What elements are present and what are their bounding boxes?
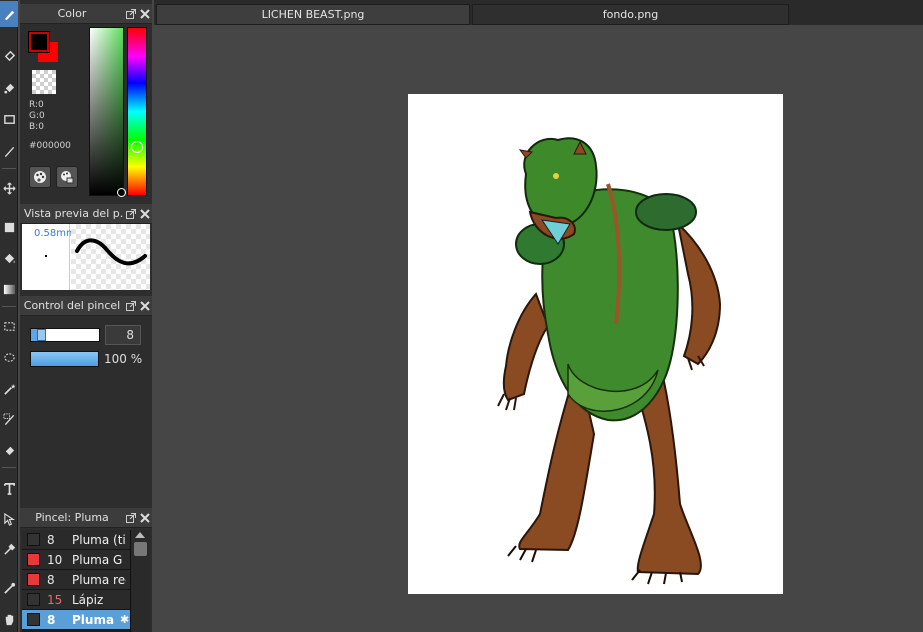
- brush-size: 8: [47, 572, 55, 587]
- scroll-up-icon[interactable]: [135, 532, 145, 538]
- brush-size-preview: 0.58mm: [22, 224, 76, 290]
- drawing-canvas[interactable]: [408, 94, 783, 594]
- brush-name: Lápiz: [72, 592, 104, 607]
- green-value: G:0: [29, 111, 45, 121]
- brush-control-title: Control del pincel: [23, 299, 121, 312]
- brush-size: 10: [47, 552, 63, 567]
- gradient-tool-icon[interactable]: [0, 276, 18, 302]
- brush-size: 8: [47, 612, 56, 627]
- brush-size-input[interactable]: 8: [105, 325, 141, 345]
- blue-value: B:0: [29, 122, 44, 132]
- brush-list-scrollbar[interactable]: [130, 530, 150, 632]
- bucket-eraser-icon[interactable]: [0, 74, 18, 100]
- transparent-color-swatch[interactable]: [32, 70, 56, 94]
- tab-fondo[interactable]: fondo.png: [472, 4, 789, 25]
- hex-value: #000000: [29, 141, 71, 151]
- brush-opacity-value: 100 %: [104, 352, 143, 366]
- eyedropper-icon[interactable]: [0, 536, 18, 562]
- brush-size-handle[interactable]: [37, 329, 47, 341]
- lichen-beast-artwork: [497, 137, 722, 585]
- paint-app-window: Color R:0 G:0 B:0 #000000 Vista previa d…: [0, 0, 923, 632]
- brush-color-square: [27, 593, 40, 606]
- brush-item-pluma-redonda[interactable]: 8 Pluma redonda: [22, 570, 130, 590]
- color-panel-header: Color: [20, 4, 152, 24]
- brush-name: Pluma (tinta): [72, 532, 126, 547]
- brush-control-header: Control del pincel: [20, 296, 152, 316]
- lasso-select-icon[interactable]: [0, 345, 18, 371]
- brush-size-slider[interactable]: [30, 328, 100, 342]
- saturation-value-cursor[interactable]: [117, 188, 126, 197]
- tool-separator: [2, 306, 16, 307]
- detach-icon[interactable]: [124, 207, 138, 221]
- detach-icon[interactable]: [124, 7, 138, 21]
- square-shape-icon[interactable]: [0, 214, 18, 240]
- detach-icon[interactable]: [124, 511, 138, 525]
- color-panel-title: Color: [57, 7, 87, 20]
- close-icon[interactable]: [138, 299, 152, 313]
- brush-size: 8: [47, 532, 55, 547]
- palette-settings-icon: [61, 171, 74, 184]
- tool-separator: [2, 467, 16, 468]
- hue-slider[interactable]: [127, 27, 147, 196]
- brush-stroke-preview: [71, 224, 150, 290]
- close-icon[interactable]: [138, 207, 152, 221]
- foreground-color-swatch[interactable]: [28, 31, 50, 53]
- brush-size: 15: [47, 592, 63, 607]
- brush-preview-header: Vista previa del p...: [20, 204, 152, 224]
- brush-item-pluma-tinta[interactable]: 8 Pluma (tinta): [22, 530, 130, 550]
- select-pen-icon[interactable]: [0, 406, 18, 432]
- color-palette-button[interactable]: [29, 166, 51, 188]
- magic-wand-icon[interactable]: [0, 376, 18, 402]
- magic-pen-icon[interactable]: [0, 575, 18, 601]
- rectangle-tool-icon[interactable]: [0, 106, 18, 132]
- rect-select-icon[interactable]: [0, 313, 18, 339]
- palette-icon: [34, 171, 46, 183]
- side-panels: Color R:0 G:0 B:0 #000000 Vista previa d…: [20, 0, 152, 632]
- saturation-value-picker[interactable]: [89, 27, 124, 196]
- close-icon[interactable]: [138, 511, 152, 525]
- brush-item-pluma-selected[interactable]: 8 Pluma ✱: [22, 610, 130, 630]
- gear-icon[interactable]: ✱: [120, 613, 129, 626]
- select-eraser-icon[interactable]: [0, 437, 18, 463]
- brush-item-lapiz[interactable]: 15 Lápiz: [22, 590, 130, 610]
- hue-cursor[interactable]: [131, 141, 143, 153]
- tab-lichen-beast[interactable]: LICHEN BEAST.png: [156, 4, 470, 25]
- canvas-workspace[interactable]: [154, 25, 923, 632]
- tool-separator: [2, 168, 16, 169]
- brush-color-square: [27, 573, 40, 586]
- tool-strip: [0, 0, 18, 632]
- brush-tip-dot: [45, 255, 47, 257]
- document-tabs: LICHEN BEAST.png fondo.png: [154, 0, 923, 25]
- close-icon[interactable]: [138, 7, 152, 21]
- brush-size-label: 0.58mm: [34, 228, 76, 239]
- red-value: R:0: [29, 100, 44, 110]
- brush-color-square: [27, 533, 40, 546]
- brush-opacity-slider[interactable]: [30, 351, 99, 367]
- brush-name: Pluma redonda: [72, 572, 126, 587]
- brush-item-pluma-g[interactable]: 10 Pluma G: [22, 550, 130, 570]
- pen-tool-icon[interactable]: [0, 138, 18, 164]
- stroke-sample: [75, 238, 147, 266]
- brush-name: Pluma: [72, 612, 115, 627]
- brush-preview-title: Vista previa del p...: [24, 207, 124, 220]
- brush-list: 8 Pluma (tinta) 10 Pluma G 8 Pluma redon…: [22, 530, 130, 632]
- move-tool-icon[interactable]: [0, 175, 18, 201]
- brush-name: Pluma G: [72, 552, 123, 567]
- brush-list-title: Pincel: Pluma: [35, 511, 109, 524]
- brush-preview: 0.58mm: [22, 224, 150, 290]
- detach-icon[interactable]: [124, 299, 138, 313]
- color-settings-button[interactable]: [56, 166, 78, 188]
- fill-bucket-icon[interactable]: [0, 245, 18, 271]
- brush-color-square: [27, 553, 40, 566]
- eraser-tool-icon[interactable]: [0, 42, 18, 68]
- hand-tool-icon[interactable]: [0, 606, 18, 632]
- scroll-thumb[interactable]: [134, 542, 147, 556]
- brush-tool-icon[interactable]: [0, 1, 18, 27]
- text-tool-icon[interactable]: [0, 475, 18, 501]
- brush-color-square: [27, 613, 40, 626]
- brush-list-header: Pincel: Pluma: [20, 508, 152, 528]
- operation-tool-icon[interactable]: [0, 506, 18, 532]
